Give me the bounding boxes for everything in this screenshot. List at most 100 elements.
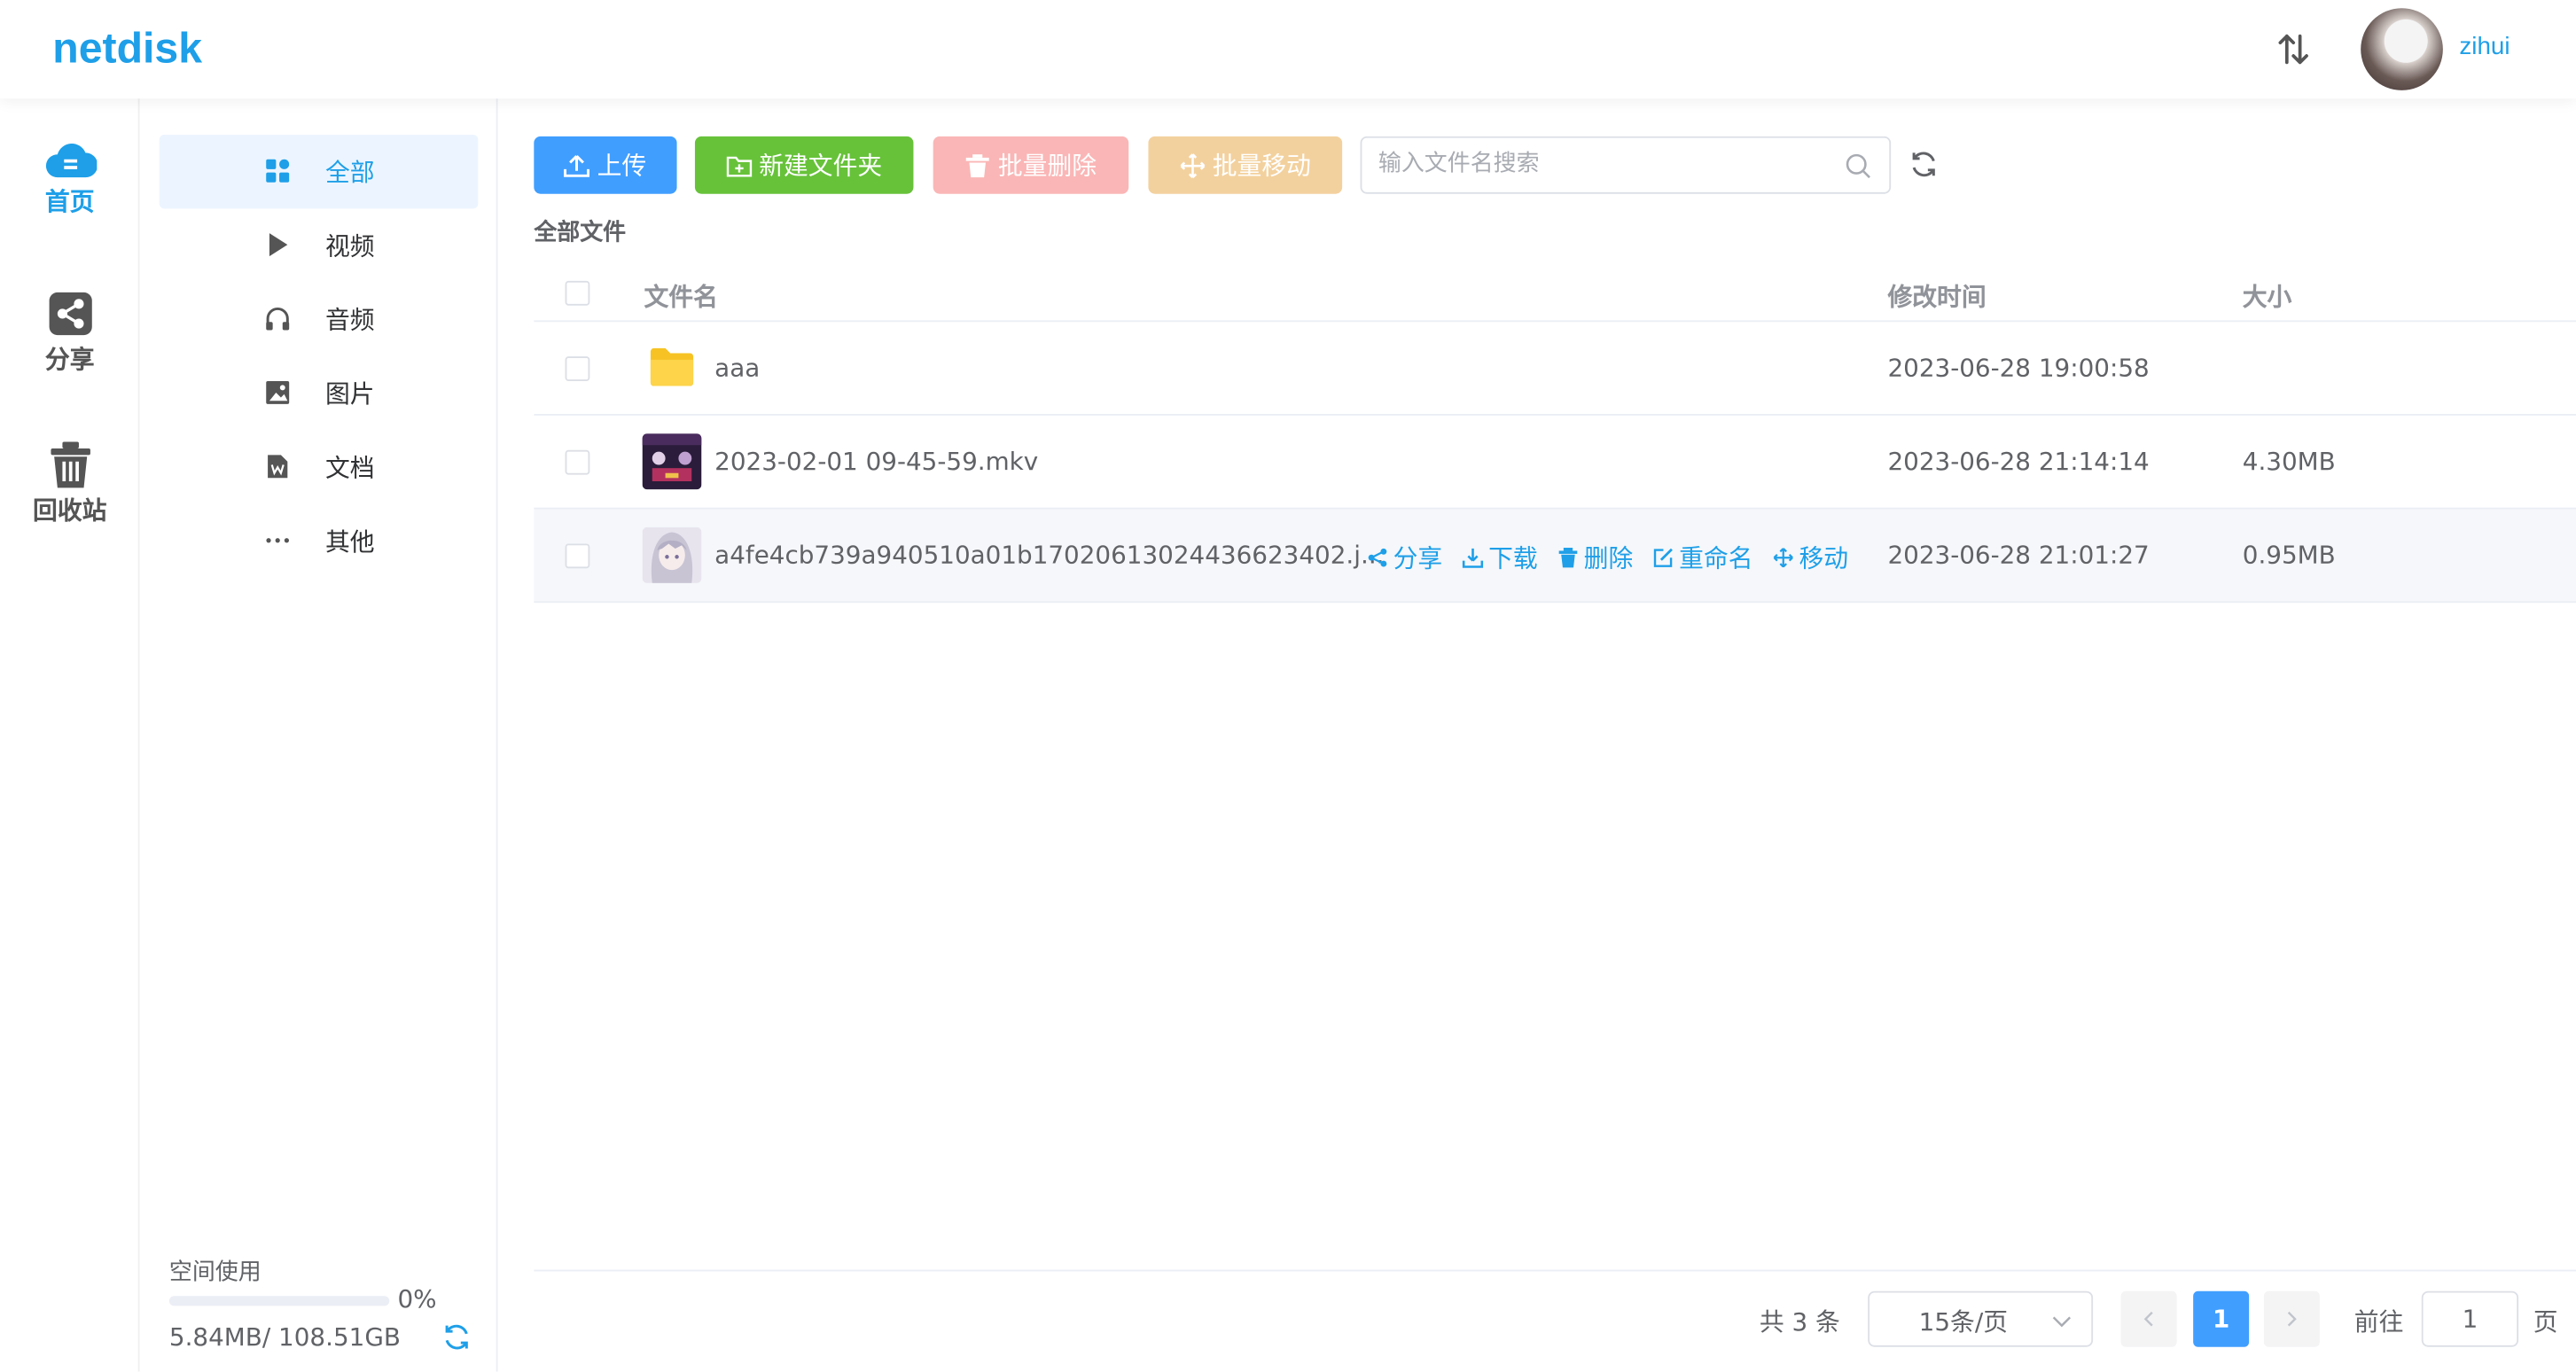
image-thumbnail (642, 526, 702, 583)
share-action-label: 分享 (1393, 543, 1443, 573)
file-size: 0.95MB (2242, 540, 2336, 571)
rename-action[interactable]: 重命名 (1653, 541, 1753, 575)
pagination-divider (534, 1269, 2576, 1272)
category-video[interactable]: 视频 (160, 208, 479, 282)
delete-action[interactable]: 删除 (1557, 541, 1633, 575)
page-size-value: 15条/页 (1918, 1307, 2009, 1337)
row-checkbox[interactable] (565, 449, 590, 475)
chevron-left-icon (2143, 1311, 2153, 1327)
page-number-current[interactable]: 1 (2193, 1290, 2250, 1347)
nav-recycle[interactable]: 回收站 (0, 440, 140, 527)
user-name[interactable]: zihui (2459, 33, 2510, 61)
delete-icon (1558, 548, 1578, 568)
space-usage-percent: 0% (397, 1284, 437, 1314)
share-action[interactable]: 分享 (1367, 541, 1442, 575)
image-icon (266, 380, 290, 404)
category-document-label: 文档 (324, 453, 375, 483)
folder-icon (650, 347, 694, 386)
file-name[interactable]: aaa (714, 353, 760, 382)
file-size: 4.30MB (2242, 447, 2336, 477)
batch-delete-button[interactable]: 批量删除 (933, 136, 1129, 194)
table-row[interactable]: a4fe4cb739a940510a01b1702061302443662340… (534, 509, 2576, 604)
column-header-size[interactable]: 大小 (2243, 279, 2292, 314)
column-header-time[interactable]: 修改时间 (1887, 279, 1986, 314)
category-sidebar: 全部 视频 音频 图片 文档 其他 空间使用 0% 5.84MB/ 108.51… (141, 98, 498, 1372)
app-root: netdisk zihui 首页 分享 回收站 全部 视频 音频 图片 文档 其… (0, 0, 2576, 1372)
nav-home-label: 首页 (44, 187, 95, 217)
space-usage-value: 5.84MB/ 108.51GB (168, 1321, 401, 1353)
next-page-button[interactable] (2263, 1290, 2320, 1347)
download-action-label: 下载 (1488, 543, 1538, 573)
refresh-icon[interactable] (1909, 150, 1939, 179)
table-header: 文件名 修改时间 大小 (534, 263, 2576, 323)
space-refresh-icon[interactable] (442, 1322, 472, 1352)
table-row[interactable]: aaa 2023-06-28 19:00:58 (534, 322, 2576, 416)
goto-page-input[interactable]: 1 (2421, 1290, 2519, 1347)
category-other[interactable]: 其他 (160, 504, 479, 578)
download-icon (1462, 548, 1484, 568)
column-header-name[interactable]: 文件名 (644, 279, 717, 314)
goto-suffix: 页 (2533, 1307, 2558, 1337)
grid-icon (266, 159, 290, 183)
delete-icon (966, 153, 990, 177)
nav-share[interactable]: 分享 (0, 289, 140, 376)
move-action[interactable]: 移动 (1773, 541, 1848, 575)
upload-icon (564, 154, 590, 176)
chevron-right-icon (2287, 1311, 2297, 1327)
file-name[interactable]: 2023-02-01 09-45-59.mkv (714, 447, 1038, 476)
breadcrumb[interactable]: 全部文件 (534, 215, 626, 248)
move-icon (1180, 152, 1206, 178)
new-folder-button[interactable]: 新建文件夹 (694, 136, 914, 194)
video-thumbnail (642, 433, 702, 490)
file-name[interactable]: a4fe4cb739a940510a01b1702061302443662340… (714, 541, 1384, 570)
category-other-label: 其他 (324, 526, 375, 557)
prev-page-button[interactable] (2120, 1290, 2177, 1347)
headphones-icon (266, 308, 290, 331)
batch-move-button[interactable]: 批量移动 (1148, 136, 1343, 194)
batch-delete-button-label: 批量删除 (997, 151, 1097, 181)
row-checkbox[interactable] (565, 356, 590, 381)
folder-add-icon (726, 155, 753, 176)
document-icon (268, 455, 288, 479)
category-audio[interactable]: 音频 (160, 283, 479, 356)
row-checkbox[interactable] (565, 543, 590, 569)
upload-button-label: 上传 (597, 151, 647, 181)
category-all-label: 全部 (324, 157, 375, 188)
nav-share-label: 分享 (44, 345, 95, 375)
transfer-sort-icon[interactable] (2274, 29, 2313, 68)
delete-action-label: 删除 (1583, 543, 1634, 573)
app-logo[interactable]: netdisk (52, 23, 202, 74)
move-action-label: 移动 (1799, 543, 1849, 573)
select-all-checkbox[interactable] (565, 280, 590, 306)
main-nav: 首页 分享 回收站 (0, 98, 140, 1372)
category-document[interactable]: 文档 (160, 431, 479, 504)
category-image[interactable]: 图片 (160, 356, 479, 430)
row-actions: 分享 下载 删除 重命名 移动 (1367, 541, 1848, 575)
nav-home[interactable]: 首页 (0, 138, 140, 219)
nav-recycle-label: 回收站 (33, 495, 107, 526)
table-row[interactable]: 2023-02-01 09-45-59.mkv 2023-06-28 21:14… (534, 416, 2576, 510)
search-box (1360, 136, 1892, 194)
category-image-label: 图片 (324, 379, 375, 409)
trash-icon (50, 441, 90, 488)
download-action[interactable]: 下载 (1462, 541, 1538, 575)
space-usage-label: 空间使用 (168, 1259, 262, 1287)
share-icon (48, 292, 91, 336)
search-icon[interactable] (1845, 152, 1871, 179)
category-all[interactable]: 全部 (159, 134, 479, 209)
cloud-icon (44, 144, 97, 178)
more-icon (266, 538, 289, 543)
file-modified-time: 2023-06-28 19:00:58 (1887, 353, 2150, 383)
upload-button[interactable]: 上传 (534, 136, 677, 194)
chevron-down-icon (2052, 1316, 2072, 1328)
play-icon (269, 233, 288, 257)
edit-icon (1653, 548, 1673, 567)
move-icon (1773, 548, 1793, 568)
category-audio-label: 音频 (324, 305, 375, 336)
category-video-label: 视频 (324, 231, 375, 261)
new-folder-button-label: 新建文件夹 (759, 151, 883, 181)
user-avatar[interactable] (2361, 8, 2443, 90)
share-icon (1368, 548, 1387, 567)
page-size-select[interactable]: 15条/页 (1868, 1290, 2094, 1347)
search-input[interactable] (1378, 151, 1823, 178)
